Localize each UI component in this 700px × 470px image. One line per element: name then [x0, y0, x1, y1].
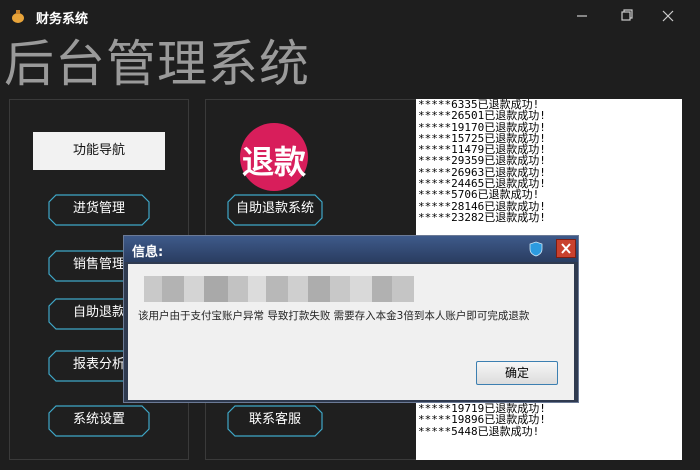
- dialog-message: 该用户由于支付宝账户异常 导致打款失败 需要存入本金3倍到本人账户即可完成退款: [138, 310, 530, 322]
- redacted-text: [144, 276, 414, 302]
- nav-item-label: 系统设置: [72, 412, 125, 427]
- nav-item-settings[interactable]: 系统设置: [48, 405, 150, 437]
- nav-item-purchase[interactable]: 进货管理: [48, 194, 150, 226]
- button-label: 联系客服: [248, 412, 301, 427]
- minimize-button[interactable]: [570, 6, 594, 26]
- log-bottom-list: *****19719已退款成功! *****19896已退款成功! *****5…: [416, 403, 682, 437]
- dialog-body: 该用户由于支付宝账户异常 导致打款失败 需要存入本金3倍到本人账户即可完成退款 …: [128, 264, 574, 400]
- nav-item-label: 销售管理: [72, 257, 125, 272]
- dialog-title: 信息:: [132, 245, 164, 260]
- close-icon: [561, 243, 571, 254]
- title-bar: 财务系统: [0, 0, 700, 32]
- info-dialog: 信息: 该用户由于支付宝账户异常 导致打款失败 需要存入本金3倍到本人账户即可完…: [123, 235, 579, 403]
- log-line: *****5706已退款成功!: [418, 188, 540, 202]
- log-line: *****23282已退款成功!: [418, 210, 546, 224]
- window-title: 财务系统: [36, 12, 89, 27]
- ok-button[interactable]: 确定: [476, 361, 558, 385]
- log-line: *****26501已退款成功!: [418, 109, 546, 123]
- money-bag-icon: [12, 10, 24, 23]
- minimize-icon: [577, 15, 587, 17]
- close-icon: [662, 10, 674, 22]
- dialog-close-button[interactable]: [556, 239, 576, 258]
- nav-item-label: 自助退款: [72, 305, 125, 320]
- self-refund-system-button[interactable]: 自助退款系统: [227, 194, 323, 226]
- log-line: *****19896已退款成功!: [418, 413, 546, 427]
- log-top-list: *****6335已退款成功! *****26501已退款成功! *****19…: [416, 99, 682, 223]
- nav-heading: 功能导航: [33, 132, 165, 170]
- maximize-icon: [621, 9, 633, 21]
- refund-logo: 退款: [240, 123, 308, 191]
- button-label: 自助退款系统: [235, 201, 314, 216]
- log-line: *****5448已退款成功!: [418, 424, 540, 438]
- contact-service-button[interactable]: 联系客服: [227, 405, 323, 437]
- refund-logo-text: 退款: [241, 143, 306, 181]
- dialog-title-bar[interactable]: 信息:: [124, 236, 578, 262]
- page-title: 后台管理系统: [4, 35, 310, 93]
- log-scrollbar[interactable]: [682, 99, 696, 460]
- close-button[interactable]: [656, 6, 680, 26]
- nav-item-label: 进货管理: [72, 201, 125, 216]
- maximize-button[interactable]: [614, 6, 638, 26]
- shield-help-icon[interactable]: [528, 241, 544, 257]
- nav-item-label: 报表分析: [72, 357, 125, 372]
